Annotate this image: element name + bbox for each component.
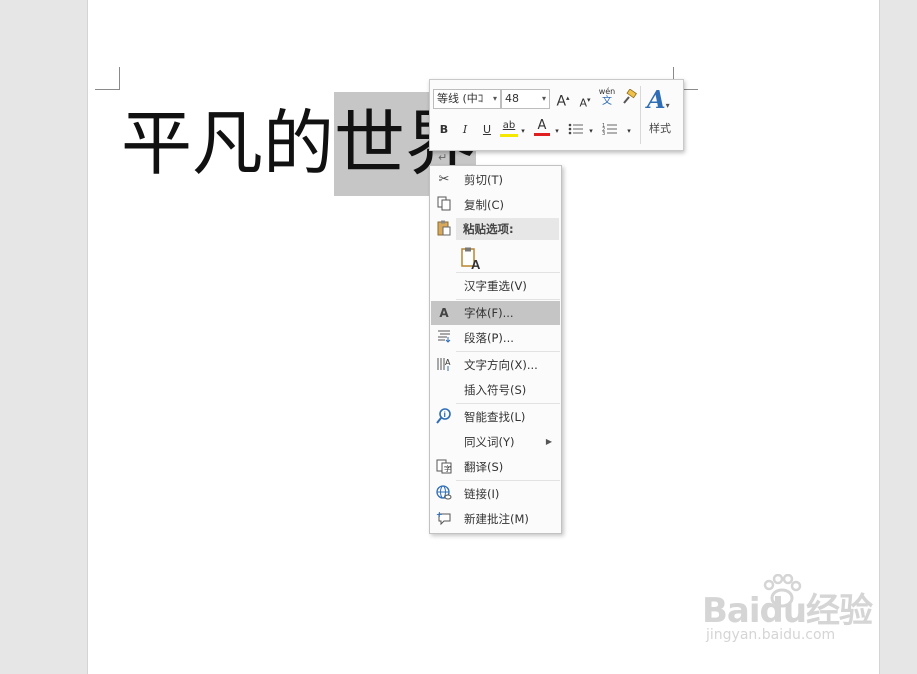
menu-item-font[interactable]: A 字体(F)...: [431, 301, 560, 325]
scissors-icon: ✂: [438, 172, 450, 187]
underline-button[interactable]: U: [480, 121, 494, 139]
font-color-swatch: [534, 133, 550, 136]
document-text[interactable]: 平凡的: [121, 92, 334, 196]
menu-separator: [456, 351, 560, 352]
menu-item-translate[interactable]: 字 翻译(S): [431, 455, 560, 479]
chevron-down-icon[interactable]: ▾: [587, 122, 595, 140]
format-painter-button[interactable]: [620, 88, 638, 111]
paste-keep-text-icon: A: [461, 247, 481, 272]
phonetic-bottom: 文: [602, 96, 612, 107]
bullet-list-icon: [568, 123, 583, 135]
menu-item-cut[interactable]: ✂ 剪切(T): [431, 168, 560, 192]
chevron-down-icon: ▾: [541, 94, 546, 103]
numbering-button[interactable]: 1 2 3: [601, 122, 619, 142]
paragraph-icon: [434, 329, 454, 347]
highlight-icon: ab: [502, 120, 516, 131]
menu-item-link[interactable]: 链接(I): [431, 482, 560, 506]
paste-icon: [434, 220, 454, 238]
bullets-button[interactable]: [567, 122, 585, 142]
shrink-font-button[interactable]: A▾: [576, 91, 594, 113]
svg-text:字: 字: [444, 464, 451, 473]
menu-separator: [456, 299, 560, 300]
chevron-down-icon[interactable]: ▾: [553, 122, 561, 140]
menu-item-copy[interactable]: 复制(C): [431, 193, 560, 217]
svg-text:A: A: [471, 257, 481, 271]
menu-item-new-comment[interactable]: + 新建批注(M): [431, 507, 560, 531]
shrink-font-icon: A: [579, 96, 587, 110]
menu-item-text-direction[interactable]: A 文字方向(X)...: [431, 353, 560, 377]
font-name-value: 等线 (中ｺ: [437, 92, 484, 105]
svg-text:A: A: [445, 358, 451, 367]
font-name-combo[interactable]: 等线 (中ｺ ▾: [433, 89, 501, 109]
menu-item-synonyms[interactable]: 同义词(Y) ▶: [431, 430, 560, 454]
svg-text:i: i: [444, 411, 446, 419]
highlight-button[interactable]: ab: [500, 118, 518, 137]
svg-text:+: +: [436, 510, 443, 519]
menu-item-paragraph[interactable]: 段落(P)...: [431, 326, 560, 350]
new-comment-icon: +: [434, 510, 454, 528]
smart-lookup-icon: i: [434, 408, 454, 426]
svg-text:3: 3: [602, 131, 605, 136]
menu-item-insert-symbol[interactable]: 插入符号(S): [431, 378, 560, 402]
phonetic-guide-button[interactable]: wén 文: [598, 87, 616, 107]
chevron-down-icon[interactable]: ▾: [625, 122, 633, 140]
numbered-list-icon: 1 2 3: [602, 123, 617, 137]
text-direction-icon: A: [434, 356, 454, 374]
paragraph-mark: ↵: [438, 151, 448, 164]
font-icon: A: [439, 306, 449, 320]
chevron-down-icon: ▾: [492, 94, 497, 103]
font-color-button[interactable]: A: [534, 118, 550, 136]
styles-label[interactable]: 样式: [642, 120, 678, 136]
menu-item-smart-lookup[interactable]: i 智能查找(L): [431, 405, 560, 429]
chevron-down-icon[interactable]: ▾: [519, 122, 527, 140]
menu-separator: [456, 272, 560, 273]
crop-mark-top-left: [95, 67, 120, 90]
menu-separator: [456, 403, 560, 404]
highlight-color-swatch: [500, 134, 518, 137]
menu-separator: [456, 480, 560, 481]
watermark-url: jingyan.baidu.com: [706, 627, 836, 643]
copy-icon: [434, 196, 454, 214]
styles-icon[interactable]: A▾: [647, 85, 679, 114]
grow-font-icon: A: [556, 93, 567, 110]
grow-font-button[interactable]: A▴: [554, 89, 572, 111]
font-color-icon: A: [537, 118, 547, 133]
paste-keep-text-only-button[interactable]: A: [461, 247, 483, 272]
format-painter-icon: [623, 88, 637, 104]
submenu-arrow-icon: ▶: [545, 437, 552, 446]
context-menu: ✂ 剪切(T) 复制(C) 粘贴选项: A 汉字重选(V) A 字体(F)...…: [429, 165, 562, 534]
bold-button[interactable]: B: [437, 121, 451, 139]
font-size-value: 48: [505, 92, 519, 105]
menu-item-reconversion[interactable]: 汉字重选(V): [431, 274, 560, 298]
translate-icon: 字: [434, 458, 454, 476]
link-icon: [434, 485, 454, 503]
mini-toolbar: 等线 (中ｺ ▾ 48 ▾ A▴ A▾ wén 文 B I U ab ▾ A ▾: [429, 79, 684, 151]
document-text-line[interactable]: 平凡的世界: [121, 92, 477, 196]
italic-button[interactable]: I: [458, 121, 472, 139]
watermark-brand: Baidu经验: [702, 591, 873, 631]
font-size-combo[interactable]: 48 ▾: [501, 89, 550, 109]
toolbar-divider: [640, 86, 641, 144]
watermark: Baidu经验 jingyan.baidu.com: [702, 583, 873, 643]
paste-options-header: 粘贴选项:: [456, 218, 559, 240]
